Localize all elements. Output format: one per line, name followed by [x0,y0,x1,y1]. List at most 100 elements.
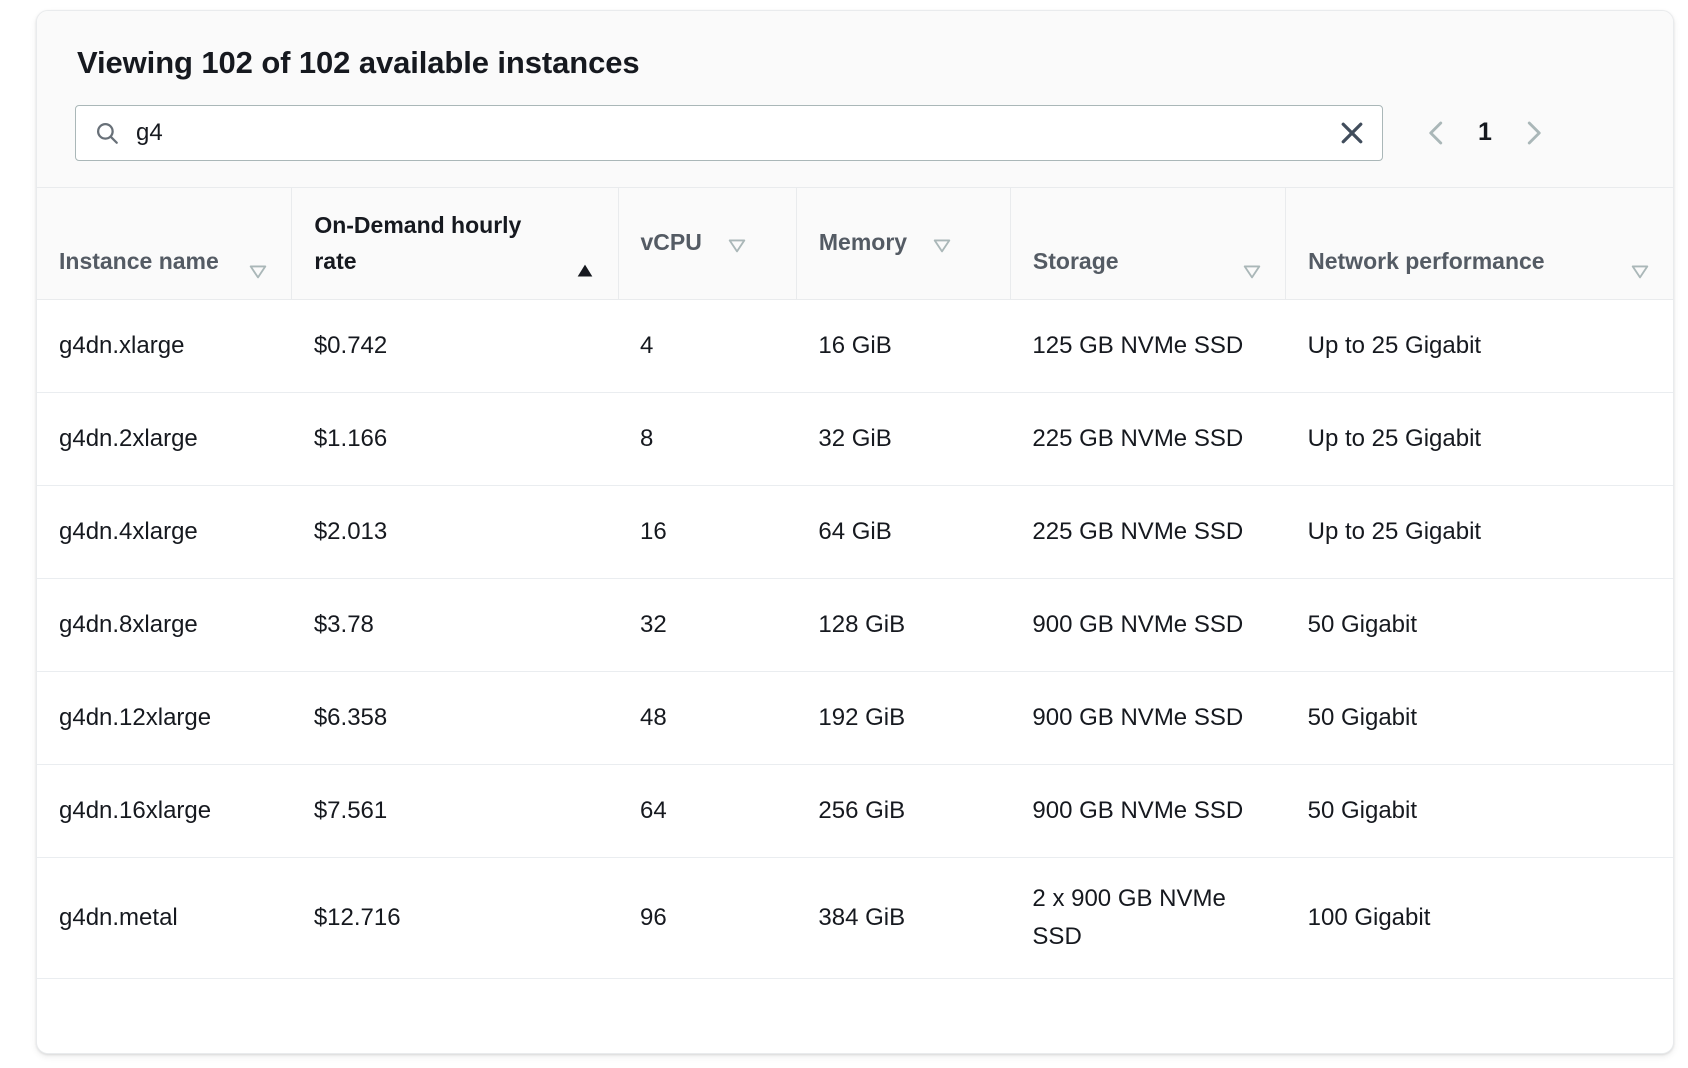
table-row[interactable]: g4dn.metal $12.716 96 384 GiB 2 x 900 GB… [37,858,1673,979]
cell-network: Up to 25 Gigabit [1286,486,1673,579]
cell-instance-name: g4dn.2xlarge [37,393,292,486]
cell-text: $6.358 [314,699,596,737]
table-row[interactable]: g4dn.16xlarge $7.561 64 256 GiB 900 GB N… [37,765,1673,858]
close-icon[interactable] [1336,117,1368,149]
column-label: Storage [1033,244,1119,280]
page-root: Viewing 102 of 102 available instances g… [0,0,1688,1068]
page-number-1[interactable]: 1 [1465,118,1505,147]
cell-memory: 16 GiB [796,300,1010,393]
cell-price: $6.358 [292,672,618,765]
page-title: Viewing 102 of 102 available instances [77,45,1635,81]
cell-text: 900 GB NVMe SSD [1032,606,1263,644]
cell-text: g4dn.12xlarge [59,699,270,737]
cell-text: 32 [640,606,774,644]
cell-vcpu: 96 [618,858,796,979]
table-row[interactable]: g4dn.xlarge $0.742 4 16 GiB 125 GB NVMe … [37,300,1673,393]
cell-text: $3.78 [314,606,596,644]
cell-text: 225 GB NVMe SSD [1032,420,1263,458]
column-header-network-performance[interactable]: Network performance [1286,188,1673,300]
table-row[interactable]: g4dn.4xlarge $2.013 16 64 GiB 225 GB NVM… [37,486,1673,579]
cell-network: Up to 25 Gigabit [1286,393,1673,486]
sort-ascending-icon [574,257,596,279]
cell-text: 48 [640,699,774,737]
cell-text: g4dn.2xlarge [59,420,270,458]
cell-text: 50 Gigabit [1308,792,1651,830]
cell-vcpu: 32 [618,579,796,672]
cell-instance-name: g4dn.8xlarge [37,579,292,672]
table-row[interactable]: g4dn.8xlarge $3.78 32 128 GiB 900 GB NVM… [37,579,1673,672]
sort-descending-icon [931,231,953,253]
cell-text: 384 GiB [818,899,988,937]
cell-text: 900 GB NVMe SSD [1032,699,1263,737]
cell-vcpu: 48 [618,672,796,765]
instances-table: Instance name On-Demand hourly rat [37,188,1673,979]
cell-storage: 900 GB NVMe SSD [1010,579,1285,672]
cell-storage: 2 x 900 GB NVMe SSD [1010,858,1285,979]
cell-text: 225 GB NVMe SSD [1032,513,1263,551]
cell-network: 50 Gigabit [1286,579,1673,672]
cell-text: g4dn.metal [59,899,270,937]
cell-text: 4 [640,327,774,365]
cell-instance-name: g4dn.12xlarge [37,672,292,765]
cell-price: $12.716 [292,858,618,979]
cell-text: 64 GiB [818,513,988,551]
sort-descending-icon [1241,257,1263,279]
cell-price: $3.78 [292,579,618,672]
cell-text: g4dn.xlarge [59,327,270,365]
instances-table-body: g4dn.xlarge $0.742 4 16 GiB 125 GB NVMe … [37,300,1673,979]
column-header-storage[interactable]: Storage [1010,188,1285,300]
card-header: Viewing 102 of 102 available instances g… [37,11,1673,188]
cell-text: 64 [640,792,774,830]
pagination: 1 [1409,105,1561,161]
cell-vcpu: 16 [618,486,796,579]
cell-instance-name: g4dn.4xlarge [37,486,292,579]
chevron-left-icon[interactable] [1409,105,1465,161]
table-row[interactable]: g4dn.2xlarge $1.166 8 32 GiB 225 GB NVMe… [37,393,1673,486]
cell-text: 2 x 900 GB NVMe SSD [1032,880,1263,956]
sort-descending-icon [1629,257,1651,279]
cell-network: 50 Gigabit [1286,672,1673,765]
instances-card: Viewing 102 of 102 available instances g… [36,10,1674,1054]
cell-text: 96 [640,899,774,937]
cell-instance-name: g4dn.16xlarge [37,765,292,858]
search-input[interactable]: g4 [75,105,1383,161]
cell-text: 16 GiB [818,327,988,365]
cell-text: 192 GiB [818,699,988,737]
cell-text: $7.561 [314,792,596,830]
cell-text: 50 Gigabit [1308,699,1651,737]
cell-text: 100 Gigabit [1308,899,1651,937]
cell-memory: 128 GiB [796,579,1010,672]
column-header-instance-name[interactable]: Instance name [37,188,292,300]
cell-instance-name: g4dn.metal [37,858,292,979]
table-row[interactable]: g4dn.12xlarge $6.358 48 192 GiB 900 GB N… [37,672,1673,765]
column-label: Instance name [59,244,219,280]
chevron-right-icon[interactable] [1505,105,1561,161]
cell-network: 100 Gigabit [1286,858,1673,979]
cell-vcpu: 8 [618,393,796,486]
column-header-memory[interactable]: Memory [796,188,1010,300]
cell-text: 16 [640,513,774,551]
cell-storage: 900 GB NVMe SSD [1010,672,1285,765]
cell-text: $1.166 [314,420,596,458]
sort-descending-icon [726,231,748,253]
column-header-on-demand-hourly-rate[interactable]: On-Demand hourly rate [292,188,618,300]
search-input-value[interactable]: g4 [136,121,1336,145]
cell-storage: 225 GB NVMe SSD [1010,393,1285,486]
cell-text: $12.716 [314,899,596,937]
cell-memory: 32 GiB [796,393,1010,486]
cell-price: $1.166 [292,393,618,486]
cell-text: 256 GiB [818,792,988,830]
column-label: Network performance [1308,244,1544,280]
cell-text: $2.013 [314,513,596,551]
table-header-row: Instance name On-Demand hourly rat [37,188,1673,300]
cell-price: $7.561 [292,765,618,858]
search-row: g4 1 [75,105,1635,161]
cell-storage: 125 GB NVMe SSD [1010,300,1285,393]
cell-text: Up to 25 Gigabit [1308,420,1651,458]
sort-descending-icon [247,257,269,279]
cell-network: Up to 25 Gigabit [1286,300,1673,393]
cell-text: 128 GiB [818,606,988,644]
cell-storage: 225 GB NVMe SSD [1010,486,1285,579]
column-header-vcpu[interactable]: vCPU [618,188,796,300]
instances-table-container: Instance name On-Demand hourly rat [37,188,1673,1053]
